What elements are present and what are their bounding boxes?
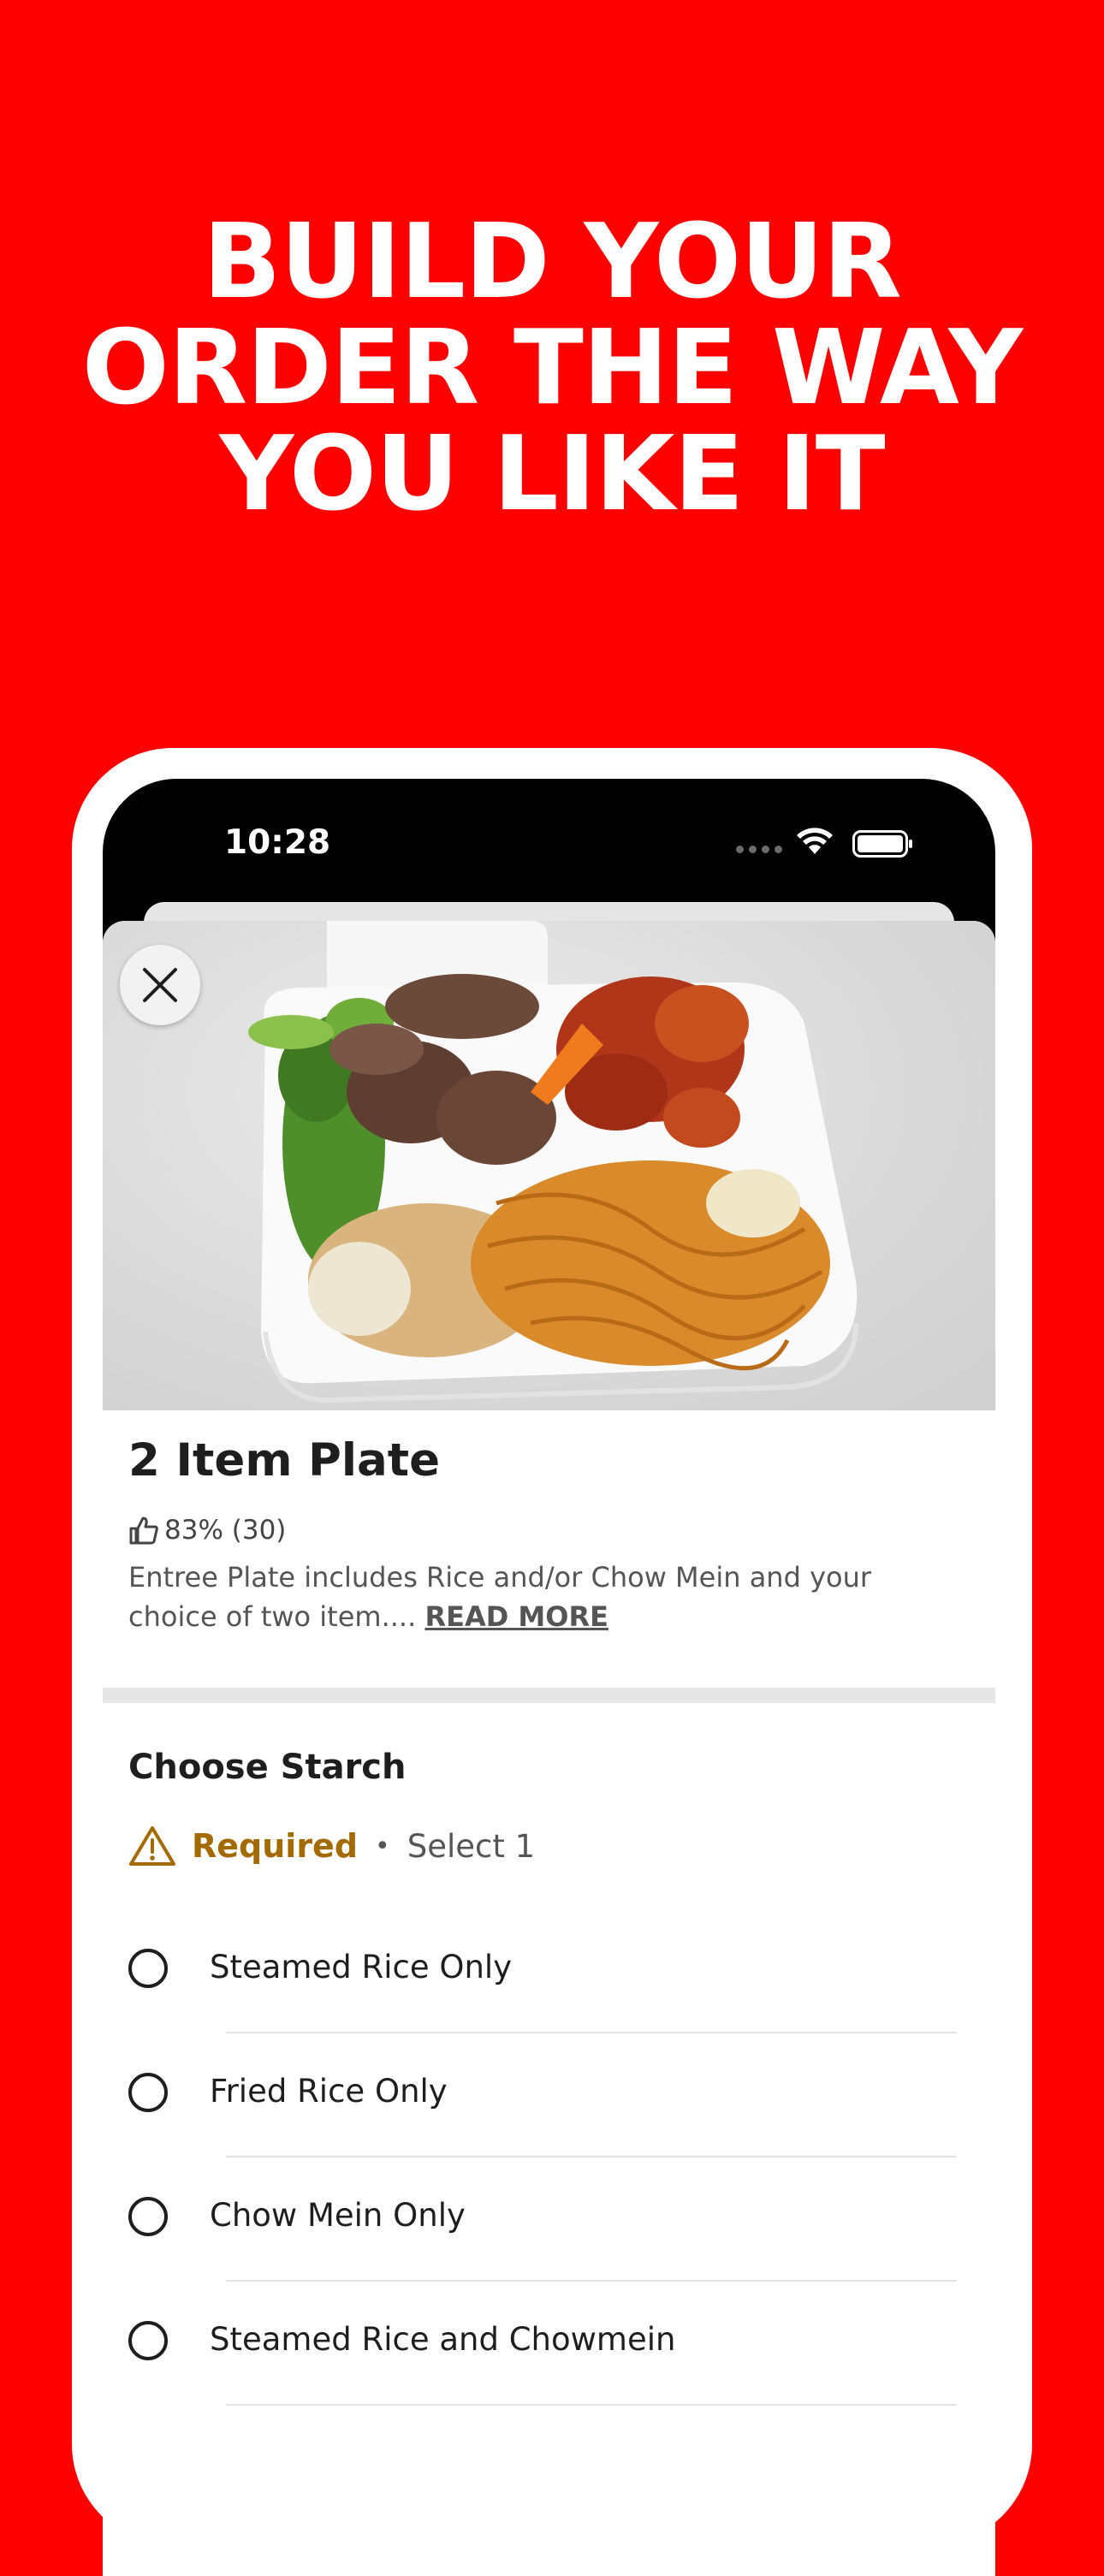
phone-screen: 10:28 2 Item Plate 83% (30) Entree Plate… bbox=[103, 779, 995, 2576]
option-fried-rice-only[interactable]: Fried Rice Only bbox=[103, 2033, 995, 2158]
rating-value: 83% (30) bbox=[164, 1515, 287, 1546]
status-time: 10:28 bbox=[224, 823, 331, 862]
close-icon bbox=[143, 968, 177, 1002]
option-label: Fried Rice Only bbox=[210, 2073, 448, 2110]
section-title: Choose Starch bbox=[128, 1748, 407, 1787]
cellular-signal-icon bbox=[736, 846, 782, 853]
headline-line-3: YOU LIKE IT bbox=[219, 415, 885, 534]
item-detail-sheet: 2 Item Plate 83% (30) Entree Plate inclu… bbox=[103, 921, 995, 2576]
warning-icon bbox=[129, 1826, 175, 1866]
item-description: Entree Plate includes Rice and/or Chow M… bbox=[128, 1558, 967, 1636]
option-label: Steamed Rice and Chowmein bbox=[210, 2321, 676, 2358]
rating-row: 83% (30) bbox=[128, 1515, 286, 1546]
radio-button[interactable] bbox=[128, 2321, 168, 2360]
item-title: 2 Item Plate bbox=[128, 1434, 441, 1487]
option-steamed-rice-only[interactable]: Steamed Rice Only bbox=[103, 1909, 995, 2033]
headline-line-2: ORDER THE WAY bbox=[81, 309, 1023, 428]
read-more-link[interactable]: READ MORE bbox=[424, 1600, 608, 1633]
option-label: Steamed Rice Only bbox=[210, 1949, 513, 1985]
required-label: Required bbox=[192, 1827, 359, 1865]
option-chow-mein-only[interactable]: Chow Mein Only bbox=[103, 2158, 995, 2282]
section-divider bbox=[103, 1688, 995, 1703]
thumbs-up-icon bbox=[129, 1517, 158, 1545]
food-image bbox=[103, 921, 995, 1410]
radio-button[interactable] bbox=[128, 1949, 168, 1988]
wifi-icon bbox=[797, 828, 833, 854]
headline-line-1: BUILD YOUR bbox=[203, 203, 902, 322]
battery-icon bbox=[852, 830, 912, 858]
option-steamed-rice-and-chowmein[interactable]: Steamed Rice and Chowmein bbox=[103, 2282, 995, 2406]
option-label: Chow Mein Only bbox=[210, 2197, 466, 2234]
select-count-label: Select 1 bbox=[407, 1827, 536, 1865]
phone-frame: 10:28 2 Item Plate 83% (30) Entree Plate… bbox=[72, 748, 1032, 2576]
radio-button[interactable] bbox=[128, 2073, 168, 2112]
starch-options-list: Steamed Rice Only Fried Rice Only Chow M… bbox=[103, 1909, 995, 2406]
separator-dot: • bbox=[375, 1831, 390, 1861]
promo-headline: BUILD YOUR ORDER THE WAY YOU LIKE IT bbox=[0, 210, 1104, 528]
required-indicator: Required • Select 1 bbox=[128, 1825, 535, 1867]
option-divider bbox=[226, 2404, 957, 2406]
radio-button[interactable] bbox=[128, 2197, 168, 2236]
close-button[interactable] bbox=[120, 945, 200, 1025]
